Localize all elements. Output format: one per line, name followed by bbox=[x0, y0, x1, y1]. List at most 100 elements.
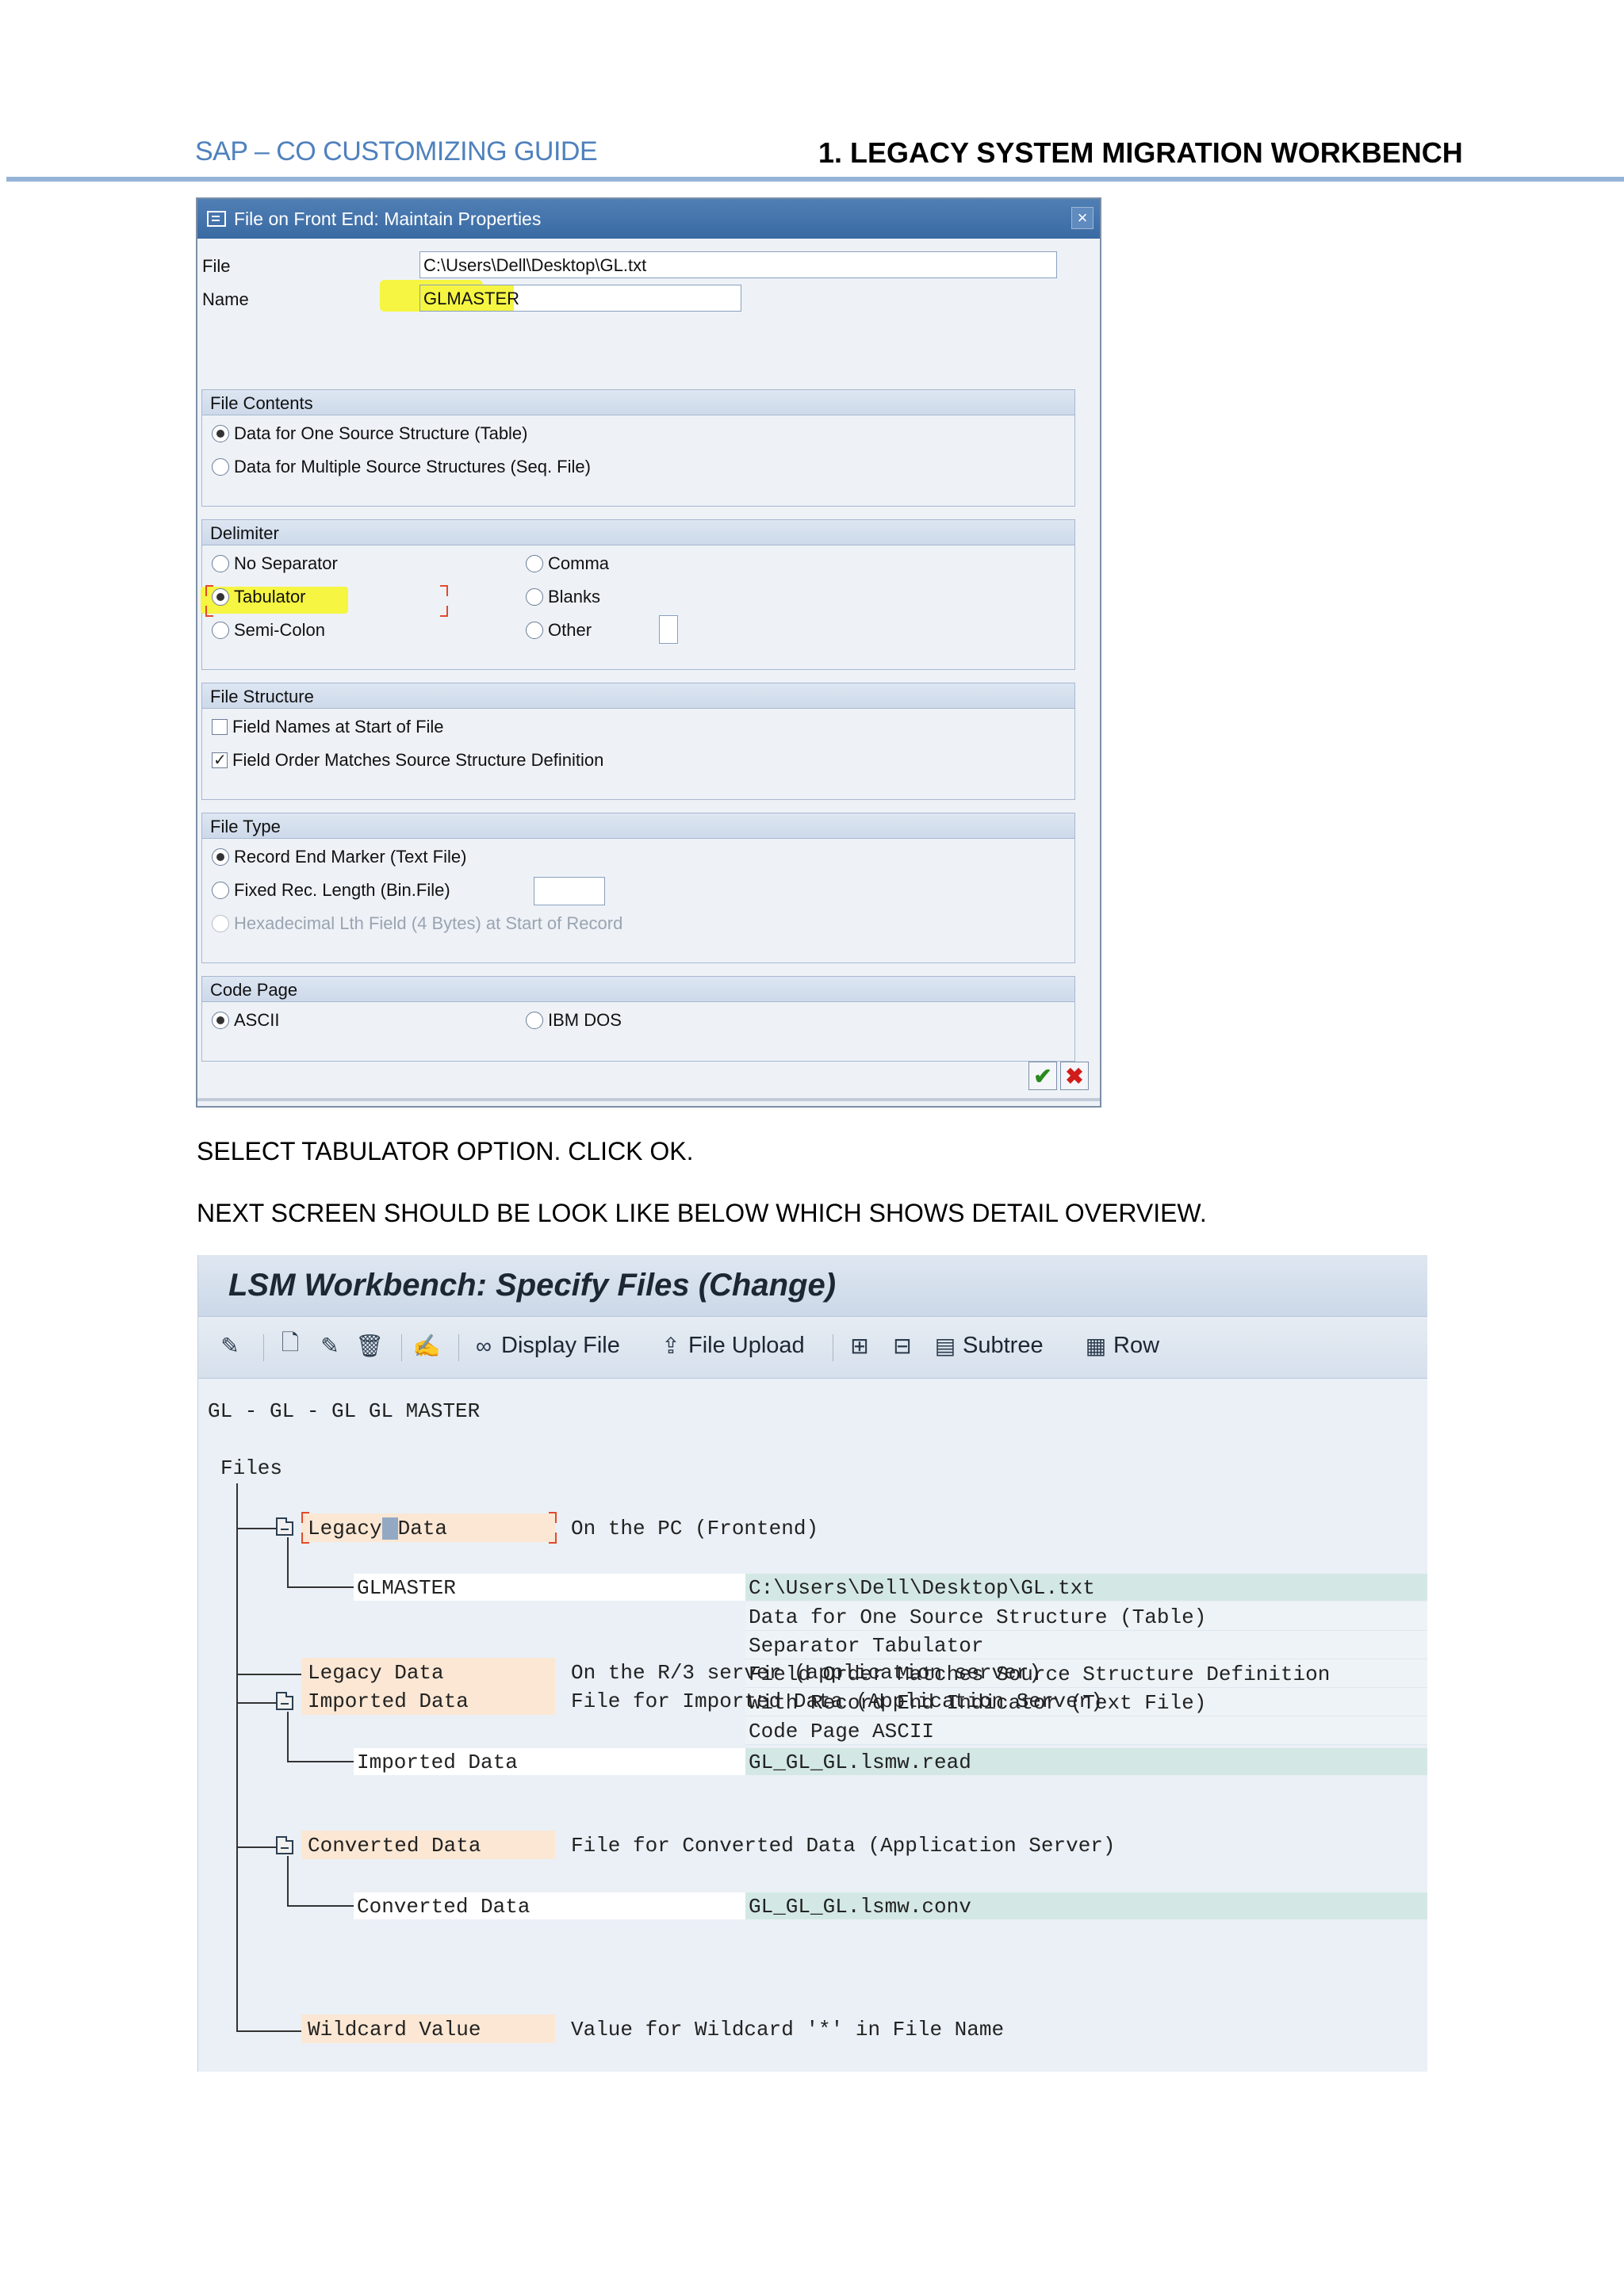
converted-data-node[interactable]: Converted Data bbox=[301, 1831, 555, 1859]
radio-record-end-marker[interactable]: Record End Marker (Text File) bbox=[212, 847, 466, 867]
file-upload-button[interactable]: ⇪ File Upload bbox=[658, 1333, 804, 1359]
new-document-icon: 🗋 bbox=[281, 1330, 300, 1355]
checkbox-field-names-at-start[interactable]: Field Names at Start of File bbox=[212, 717, 444, 737]
focus-bracket bbox=[205, 606, 213, 617]
doc-header-left: SAP – CO CUSTOMIZING GUIDE bbox=[195, 136, 598, 166]
radio-on-icon bbox=[212, 425, 229, 442]
lsm-toolbar: ✎ 🗋 ✎ 🗑 ✍ ∞ Display File ⇪ File Upload ⊞ ⊟… bbox=[198, 1317, 1427, 1379]
radio-ascii[interactable]: ASCII bbox=[212, 1010, 279, 1031]
display-file-button[interactable]: ∞ Display File bbox=[471, 1333, 620, 1359]
focus-bracket bbox=[301, 1512, 309, 1523]
name-input[interactable]: GLMASTER bbox=[419, 285, 741, 312]
file-label: File bbox=[202, 256, 231, 276]
legacy-data-server-node[interactable]: Legacy Data bbox=[301, 1658, 555, 1686]
glmaster-detail-structure: Data for One Source Structure (Table) bbox=[745, 1602, 1427, 1631]
focus-bracket bbox=[549, 1533, 557, 1544]
radio-one-source-structure[interactable]: Data for One Source Structure (Table) bbox=[212, 423, 528, 444]
expand-icon: ⊞ bbox=[850, 1333, 869, 1358]
imported-data-desc: File for Imported Data (Application Serv… bbox=[571, 1689, 1103, 1713]
trash-icon: 🗑 bbox=[355, 1333, 384, 1358]
file-properties-dialog: File on Front End: Maintain Properties ×… bbox=[196, 197, 1101, 1108]
toggle-display-change-button[interactable]: ✎ bbox=[217, 1333, 243, 1358]
radio-fixed-record-length[interactable]: Fixed Rec. Length (Bin.File) bbox=[212, 880, 450, 901]
subtree-icon: ▤ bbox=[934, 1334, 956, 1358]
file-contents-title: File Contents bbox=[202, 390, 1074, 415]
dialog-footer-line bbox=[197, 1098, 1100, 1101]
edit-button[interactable]: ✍ bbox=[412, 1333, 441, 1358]
focus-bracket bbox=[440, 606, 448, 617]
cancel-button[interactable]: ✖ bbox=[1060, 1062, 1089, 1090]
other-separator-input[interactable] bbox=[659, 615, 678, 644]
edit-doc-icon: ✍ bbox=[412, 1333, 441, 1358]
doc-header-right: 1. LEGACY SYSTEM MIGRATION WORKBENCH bbox=[818, 136, 1463, 169]
folder-open-icon[interactable] bbox=[276, 1692, 293, 1710]
lsm-tree-content: GL - GL - GL GL MASTER Files Legacy Data … bbox=[198, 1379, 1427, 2070]
header-rule bbox=[6, 177, 1624, 182]
delete-button[interactable]: 🗑 bbox=[355, 1333, 384, 1358]
object-path: GL - GL - GL GL MASTER bbox=[208, 1399, 481, 1423]
focus-bracket bbox=[301, 1533, 309, 1544]
tree-line bbox=[287, 1761, 363, 1762]
folder-open-icon[interactable] bbox=[276, 1517, 293, 1536]
ok-button[interactable]: ✔ bbox=[1028, 1062, 1057, 1090]
create-button[interactable]: 🗋 bbox=[278, 1330, 303, 1358]
file-type-title: File Type bbox=[202, 813, 1074, 839]
radio-blanks[interactable]: Blanks bbox=[526, 587, 600, 607]
file-contents-group: File Contents Data for One Source Struct… bbox=[201, 389, 1075, 507]
cursor-mark bbox=[381, 1517, 398, 1540]
delimiter-group: Delimiter No Separator Tabulator Semi-Co… bbox=[201, 519, 1075, 670]
upload-icon: ⇪ bbox=[661, 1334, 680, 1358]
file-path-input[interactable]: C:\Users\Dell\Desktop\GL.txt bbox=[419, 251, 1057, 278]
dialog-window-icon bbox=[207, 211, 226, 227]
radio-comma[interactable]: Comma bbox=[526, 553, 609, 574]
lsm-title: LSM Workbench: Specify Files (Change) bbox=[198, 1255, 1427, 1317]
tree-line bbox=[236, 1528, 276, 1529]
folder-open-icon[interactable] bbox=[276, 1836, 293, 1854]
dialog-title: File on Front End: Maintain Properties bbox=[234, 208, 542, 229]
file-structure-group: File Structure Field Names at Start of F… bbox=[201, 683, 1075, 800]
change-button[interactable]: ✎ bbox=[317, 1333, 343, 1358]
checkbox-icon bbox=[212, 719, 228, 735]
tree-line bbox=[236, 1702, 276, 1704]
converted-data-desc: File for Converted Data (Application Ser… bbox=[571, 1834, 1116, 1858]
tree-line bbox=[287, 1905, 363, 1907]
legacy-data-pc-desc: On the PC (Frontend) bbox=[571, 1517, 819, 1540]
row-button[interactable]: ▦ Row bbox=[1083, 1333, 1159, 1359]
expand-button[interactable]: ⊞ bbox=[847, 1333, 872, 1358]
radio-other[interactable]: Other bbox=[526, 620, 592, 641]
legacy-data-pc-node[interactable]: Legacy Data bbox=[301, 1513, 555, 1542]
lsm-workbench-window: LSM Workbench: Specify Files (Change) ✎ … bbox=[197, 1255, 1427, 2072]
subtree-button[interactable]: ▤ Subtree bbox=[933, 1333, 1044, 1359]
dialog-body: File C:\Users\Dell\Desktop\GL.txt Name G… bbox=[197, 239, 1100, 1108]
glasses-icon: ∞ bbox=[476, 1333, 492, 1358]
code-page-title: Code Page bbox=[202, 977, 1074, 1002]
radio-tabulator[interactable]: Tabulator bbox=[212, 587, 306, 607]
focus-bracket bbox=[440, 585, 448, 596]
name-label: Name bbox=[202, 289, 249, 309]
radio-semi-colon[interactable]: Semi-Colon bbox=[212, 620, 325, 641]
glmaster-file-path: C:\Users\Dell\Desktop\GL.txt bbox=[745, 1574, 1427, 1601]
close-icon[interactable]: × bbox=[1071, 207, 1094, 229]
pencil-icon: ✎ bbox=[320, 1333, 339, 1358]
files-root-label: Files bbox=[220, 1456, 283, 1480]
checkbox-field-order-matches[interactable]: Field Order Matches Source Structure Def… bbox=[212, 750, 603, 771]
instruction-line-1: SELECT TABULATOR OPTION. CLICK OK. bbox=[197, 1137, 694, 1165]
tree-line bbox=[287, 1586, 363, 1588]
pen-glasses-icon: ✎ bbox=[220, 1333, 239, 1358]
radio-ibm-dos[interactable]: IBM DOS bbox=[526, 1010, 622, 1031]
imported-data-node[interactable]: Imported Data bbox=[301, 1686, 555, 1715]
tree-line bbox=[287, 1537, 289, 1586]
collapse-button[interactable]: ⊟ bbox=[890, 1333, 915, 1358]
radio-multiple-source-structures[interactable]: Data for Multiple Source Structures (Seq… bbox=[212, 457, 591, 477]
tree-line bbox=[236, 1846, 276, 1848]
row-icon: ▦ bbox=[1085, 1334, 1107, 1358]
wildcard-value-node[interactable]: Wildcard Value bbox=[301, 2015, 555, 2043]
glmaster-detail-separator: Separator Tabulator bbox=[745, 1631, 1427, 1659]
record-length-input[interactable] bbox=[534, 877, 605, 905]
glmaster-detail-code-page: Code Page ASCII bbox=[745, 1716, 1427, 1745]
imported-data-file: GL_GL_GL.lsmw.read bbox=[745, 1748, 1427, 1775]
toolbar-separator bbox=[401, 1334, 402, 1361]
tree-line bbox=[236, 1483, 238, 2032]
toolbar-separator bbox=[263, 1334, 264, 1361]
radio-no-separator[interactable]: No Separator bbox=[212, 553, 338, 574]
